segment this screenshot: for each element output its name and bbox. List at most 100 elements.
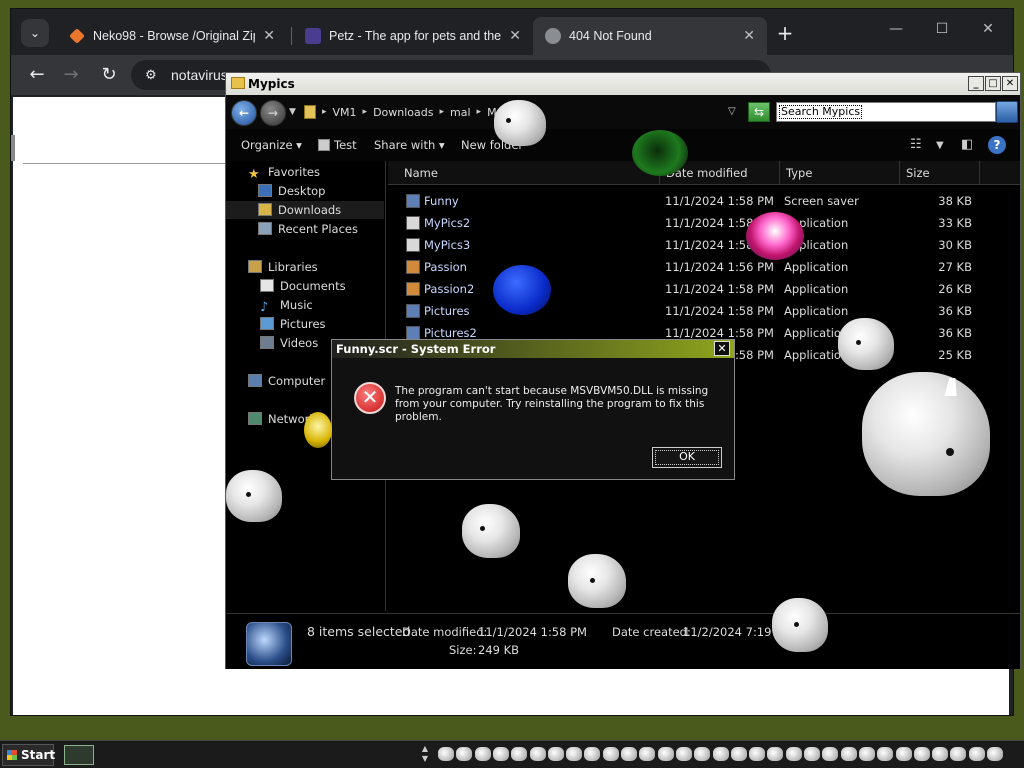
show-desktop-icon[interactable] — [64, 745, 94, 765]
forward-arrow-icon[interactable]: → — [57, 61, 85, 89]
tray-pet-icon[interactable] — [712, 747, 729, 761]
polar-bear-sprite[interactable] — [494, 100, 546, 146]
tray-pet-icon[interactable] — [584, 747, 601, 761]
chevron-right-icon[interactable]: ▸ — [440, 107, 445, 117]
tray-pet-icon[interactable] — [438, 747, 454, 761]
tray-pet-icon[interactable] — [767, 747, 784, 761]
chevron-right-icon[interactable]: ▸ — [363, 107, 368, 117]
close-tab-icon[interactable]: ✕ — [509, 28, 521, 44]
breadcrumb-item[interactable]: mal — [450, 106, 471, 119]
nav-recent-places[interactable]: Recent Places — [226, 220, 384, 238]
view-dropdown-icon[interactable]: ▼ — [936, 140, 944, 151]
tray-pet-icon[interactable] — [602, 747, 619, 761]
nav-pictures[interactable]: Pictures — [226, 315, 384, 333]
nav-favorites[interactable]: ★ Favorites — [248, 163, 406, 182]
pink-brain-sprite[interactable] — [746, 212, 804, 260]
polar-bear-sprite[interactable] — [838, 318, 894, 370]
tray-pet-icon[interactable] — [511, 747, 528, 761]
polar-bear-sprite[interactable] — [568, 554, 626, 608]
nav-documents[interactable]: Documents — [226, 277, 384, 295]
tray-pet-icon[interactable] — [895, 747, 912, 761]
tab-neko98[interactable]: Neko98 - Browse /Original Zips at ✕ — [57, 17, 287, 55]
recent-pages-dropdown-icon[interactable]: ▼ — [289, 107, 296, 117]
nav-desktop[interactable]: Desktop — [226, 182, 384, 200]
tray-pet-icon[interactable] — [932, 747, 949, 761]
tray-pet-icon[interactable] — [804, 747, 820, 761]
organize-button[interactable]: Organize ▾ — [241, 138, 302, 152]
tray-pet-icon[interactable] — [529, 747, 546, 761]
breadcrumb-item[interactable]: VM1 — [333, 106, 357, 119]
polar-bear-sprite[interactable] — [772, 598, 828, 652]
polar-bear-sprite[interactable] — [226, 470, 282, 522]
back-arrow-icon[interactable]: ← — [23, 61, 51, 89]
close-icon[interactable]: ✕ — [714, 341, 730, 356]
dialog-titlebar[interactable]: Funny.scr - System Error ✕ — [332, 340, 734, 358]
file-row[interactable]: Funny 11/1/2024 1:58 PM Screen saver 38 … — [402, 190, 978, 212]
new-tab-button[interactable]: + — [771, 19, 799, 47]
tray-pet-icon[interactable] — [968, 747, 985, 761]
blue-blob-sprite[interactable] — [493, 265, 551, 315]
tray-pet-icon[interactable] — [785, 747, 802, 761]
file-row[interactable]: MyPics2 11/1/2024 1:58 PM Application 33… — [402, 212, 978, 234]
tray-pet-icon[interactable] — [657, 747, 674, 761]
close-window-icon[interactable]: ✕ — [965, 21, 1011, 37]
tray-pet-icon[interactable] — [749, 747, 766, 761]
column-type[interactable]: Type — [780, 161, 900, 185]
tray-pet-icon[interactable] — [621, 747, 637, 761]
address-dropdown-icon[interactable]: ▽ — [728, 106, 736, 117]
minimize-icon[interactable]: — — [873, 21, 919, 37]
tray-pet-icon[interactable] — [858, 747, 875, 761]
tray-pet-icon[interactable] — [730, 747, 747, 761]
tray-pet-icon[interactable] — [950, 747, 967, 761]
tab-petz[interactable]: Petz - The app for pets and the p ✕ — [293, 17, 533, 55]
file-row[interactable]: Pictures 11/1/2024 1:58 PM Application 3… — [402, 300, 978, 322]
close-tab-icon[interactable]: ✕ — [263, 28, 275, 44]
maximize-icon[interactable]: □ — [985, 76, 1001, 91]
start-button[interactable]: Start — [2, 744, 55, 766]
help-icon[interactable]: ? — [988, 136, 1006, 154]
ok-button[interactable]: OK — [652, 447, 722, 468]
tray-pet-icon[interactable] — [492, 747, 509, 761]
column-size[interactable]: Size — [900, 161, 980, 185]
column-name[interactable]: Name — [398, 161, 660, 185]
polar-bear-sprite[interactable] — [862, 372, 990, 496]
file-row[interactable]: MyPics3 11/1/2024 1:58 PM Application 30… — [402, 234, 978, 256]
chevron-right-icon[interactable]: ▸ — [477, 107, 482, 117]
nav-music[interactable]: ♪ Music — [226, 296, 384, 315]
tray-pet-icon[interactable] — [840, 747, 857, 761]
tray-pet-icon[interactable] — [675, 747, 692, 761]
nav-downloads[interactable]: Downloads — [226, 201, 384, 219]
green-blob-sprite[interactable] — [632, 130, 688, 176]
tray-pet-icon[interactable] — [913, 747, 930, 761]
reload-icon[interactable]: ↻ — [95, 61, 123, 89]
tray-pet-icon[interactable] — [877, 747, 894, 761]
close-tab-icon[interactable]: ✕ — [743, 28, 755, 44]
site-info-icon[interactable]: ⚙ — [145, 60, 157, 90]
forward-arrow-icon[interactable]: → — [260, 100, 286, 126]
refresh-icon[interactable]: ⇆ — [748, 102, 770, 122]
nav-libraries[interactable]: Libraries — [226, 258, 384, 276]
tab-search-button[interactable]: ⌄ — [21, 19, 49, 47]
file-row[interactable]: Passion2 11/1/2024 1:58 PM Application 2… — [402, 278, 978, 300]
maximize-icon[interactable]: ☐ — [919, 21, 965, 37]
chevron-right-icon[interactable]: ▸ — [322, 107, 327, 117]
view-options-icon[interactable]: ☷ — [910, 137, 922, 152]
tray-pet-icon[interactable] — [694, 747, 711, 761]
close-icon[interactable]: ✕ — [1002, 76, 1018, 91]
tray-scroll-arrows-icon[interactable]: ▲ ▼ — [418, 744, 432, 766]
minimize-icon[interactable]: _ — [968, 76, 984, 91]
tray-pet-icon[interactable] — [474, 747, 491, 761]
search-icon[interactable] — [996, 101, 1018, 123]
tray-pet-icon[interactable] — [566, 747, 583, 761]
test-button[interactable]: Test — [318, 138, 357, 152]
polar-bear-sprite[interactable] — [462, 504, 520, 558]
yellow-sheep-sprite[interactable] — [304, 412, 332, 448]
back-arrow-icon[interactable]: ← — [231, 100, 257, 126]
tray-pet-icon[interactable] — [822, 747, 839, 761]
tray-pet-icon[interactable] — [547, 747, 564, 761]
explorer-titlebar[interactable]: Mypics _ □ ✕ — [226, 73, 1020, 95]
search-input[interactable]: Search Mypics — [776, 102, 996, 122]
tab-404[interactable]: 404 Not Found ✕ — [533, 17, 767, 55]
tray-pet-icon[interactable] — [639, 747, 656, 761]
share-with-button[interactable]: Share with ▾ — [374, 138, 445, 152]
